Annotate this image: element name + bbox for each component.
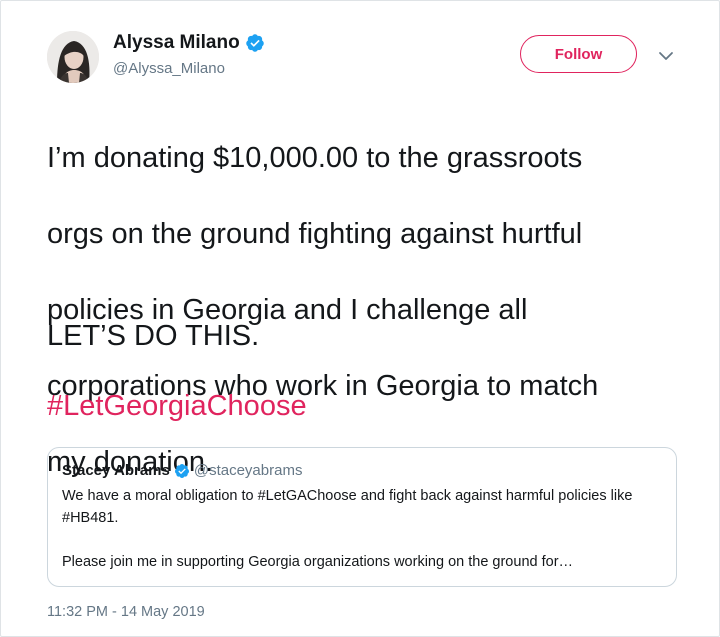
tweet-text-line: orgs on the ground fighting against hurt… bbox=[47, 218, 583, 250]
avatar[interactable] bbox=[47, 31, 99, 83]
chevron-down-icon[interactable] bbox=[657, 47, 675, 65]
author-handle[interactable]: @Alyssa_Milano bbox=[113, 60, 225, 77]
verified-badge-icon bbox=[174, 463, 189, 478]
verified-badge-icon bbox=[245, 34, 264, 52]
follow-button[interactable]: Follow bbox=[520, 35, 637, 73]
author-display-name[interactable]: Alyssa Milano bbox=[113, 32, 240, 54]
tweet-card: Alyssa Milano @Alyssa_Milano Follow I’m … bbox=[0, 0, 720, 637]
hashtag-link[interactable]: #LetGeorgiaChoose bbox=[47, 387, 307, 425]
author-name-row[interactable]: Alyssa Milano bbox=[113, 32, 265, 54]
quoted-tweet-text: We have a moral obligation to #LetGAChoo… bbox=[62, 485, 662, 573]
tweet-timestamp[interactable]: 11:32 PM - 14 May 2019 bbox=[47, 604, 205, 620]
quoted-tweet-header: Stacey Abrams @staceyabrams bbox=[62, 462, 662, 479]
quoted-tweet-paragraph: We have a moral obligation to #LetGAChoo… bbox=[62, 488, 633, 526]
quoted-author-name: Stacey Abrams bbox=[62, 462, 170, 479]
tweet-text-line: I’m donating $10,000.00 to the grassroot… bbox=[47, 142, 583, 174]
quoted-tweet-paragraph: Please join me in supporting Georgia org… bbox=[62, 554, 574, 570]
quoted-tweet[interactable]: Stacey Abrams @staceyabrams We have a mo… bbox=[47, 447, 677, 587]
avatar-image bbox=[47, 31, 99, 83]
quoted-author-handle: @staceyabrams bbox=[193, 462, 303, 479]
tweet-shout-line: LET’S DO THIS. bbox=[47, 320, 260, 352]
